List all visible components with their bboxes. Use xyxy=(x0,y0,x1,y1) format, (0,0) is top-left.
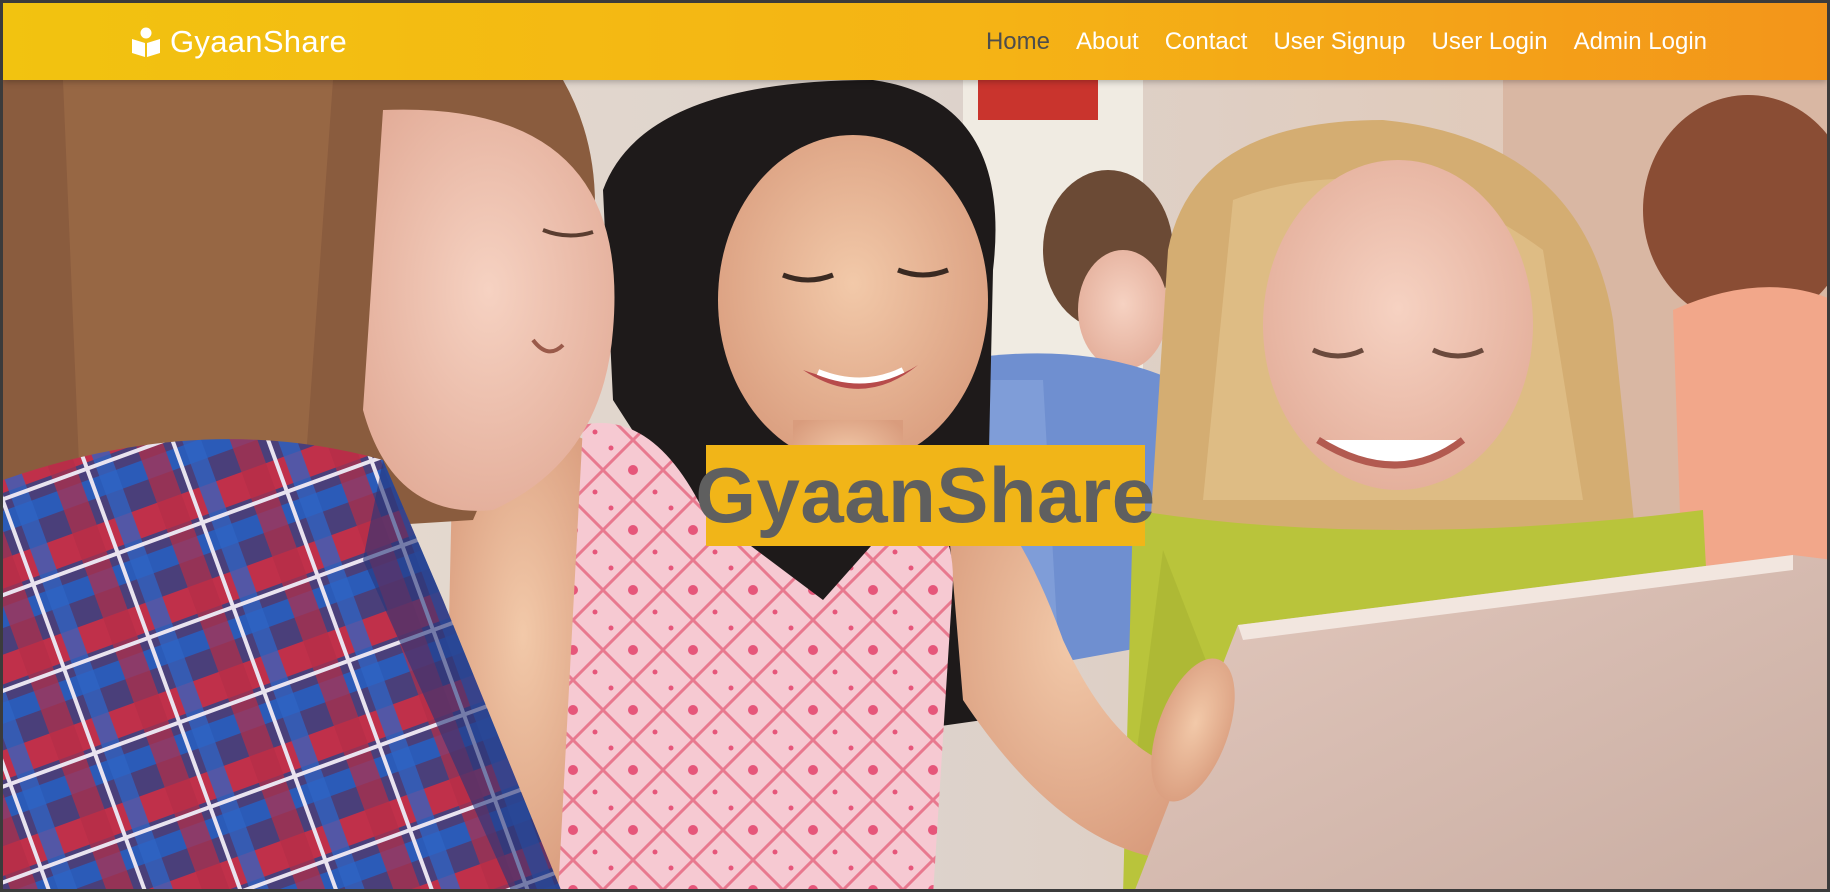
nav-user-login-link[interactable]: User Login xyxy=(1432,28,1548,55)
hero-section: GyaanShare xyxy=(3,80,1827,889)
nav-contact-link[interactable]: Contact xyxy=(1165,28,1248,55)
nav-home-link[interactable]: Home xyxy=(986,28,1050,55)
nav-menu: Home About Contact User Signup User Logi… xyxy=(986,23,1707,61)
hero-title: GyaanShare xyxy=(695,451,1156,539)
reader-book-icon xyxy=(132,27,160,57)
nav-admin-login-link[interactable]: Admin Login xyxy=(1574,28,1707,55)
hero-title-box: GyaanShare xyxy=(695,445,1155,546)
page: GyaanShare Home About Contact User Signu… xyxy=(0,0,1830,892)
nav-user-signup-link[interactable]: User Signup xyxy=(1273,28,1405,55)
nav-about-link[interactable]: About xyxy=(1076,28,1139,55)
top-navbar: GyaanShare Home About Contact User Signu… xyxy=(3,3,1827,80)
brand-link[interactable]: GyaanShare xyxy=(130,22,347,62)
brand-name: GyaanShare xyxy=(170,24,348,59)
